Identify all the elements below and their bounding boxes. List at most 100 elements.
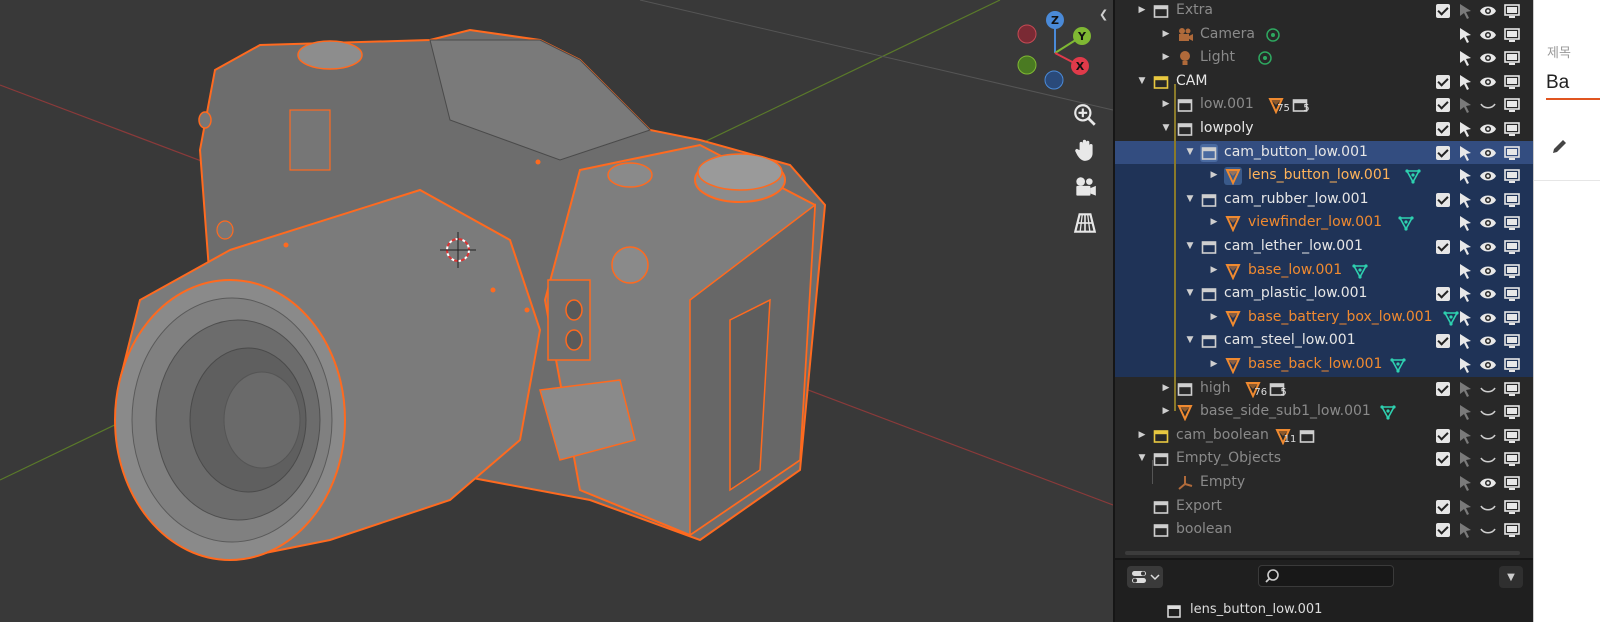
exclude-checkbox[interactable] — [1436, 428, 1450, 443]
perspective-grid-icon[interactable] — [1070, 208, 1100, 238]
eye-icon[interactable] — [1479, 332, 1497, 350]
exclude-checkbox[interactable] — [1436, 192, 1450, 207]
exclude-checkbox[interactable] — [1436, 98, 1450, 113]
chevron-down-icon[interactable]: ▼ — [1184, 241, 1196, 251]
selectable-cursor-icon[interactable] — [1456, 332, 1474, 350]
chevron-down-icon[interactable]: ▼ — [1184, 335, 1196, 345]
exclude-checkbox[interactable] — [1436, 240, 1450, 254]
eye-closed-icon[interactable] — [1479, 498, 1497, 516]
render-monitor-icon[interactable] — [1503, 332, 1521, 350]
outliner-row[interactable]: ▶ Extra — [1115, 0, 1535, 23]
exclude-checkbox[interactable] — [1436, 145, 1450, 160]
eye-icon[interactable] — [1479, 309, 1497, 327]
outliner-row[interactable]: ▼ Empty_Objects — [1115, 447, 1535, 471]
exclude-checkbox[interactable] — [1436, 452, 1450, 467]
exclude-checkbox[interactable] — [1436, 74, 1450, 89]
chevron-down-icon[interactable]: ▼ — [1184, 194, 1196, 204]
chevron-right-icon[interactable]: ▶ — [1160, 406, 1172, 416]
chevron-right-icon[interactable]: ▶ — [1208, 170, 1220, 180]
search-input[interactable] — [1258, 565, 1394, 587]
render-monitor-icon[interactable] — [1503, 2, 1521, 20]
render-monitor-icon[interactable] — [1503, 427, 1521, 445]
selectable-cursor-icon[interactable] — [1456, 96, 1474, 114]
outliner-row[interactable]: ▼ CAM — [1115, 70, 1535, 94]
selectable-cursor-icon[interactable] — [1456, 356, 1474, 374]
eye-icon[interactable] — [1479, 285, 1497, 303]
eye-closed-icon[interactable] — [1479, 403, 1497, 421]
exclude-checkbox[interactable] — [1436, 334, 1450, 349]
mesh-data-icon[interactable] — [1389, 356, 1407, 374]
selectable-cursor-icon[interactable] — [1456, 120, 1474, 138]
render-monitor-icon[interactable] — [1503, 356, 1521, 374]
selectable-cursor-icon[interactable] — [1456, 214, 1474, 232]
render-monitor-icon[interactable] — [1503, 96, 1521, 114]
eye-icon[interactable] — [1479, 73, 1497, 91]
outliner-row[interactable]: ▶ base_battery_box_low.001 — [1115, 305, 1535, 330]
render-monitor-icon[interactable] — [1503, 167, 1521, 185]
chevron-down-icon[interactable]: ▼ — [1160, 123, 1172, 133]
chevron-down-icon[interactable]: ▼ — [1184, 147, 1196, 157]
render-monitor-icon[interactable] — [1503, 26, 1521, 44]
horizontal-scrollbar[interactable] — [1125, 551, 1520, 555]
exclude-checkbox[interactable] — [1436, 381, 1450, 396]
selectable-cursor-icon[interactable] — [1456, 26, 1474, 44]
render-monitor-icon[interactable] — [1503, 238, 1521, 256]
eye-icon[interactable] — [1479, 474, 1497, 492]
chevron-right-icon[interactable]: ▶ — [1208, 265, 1220, 275]
chevron-right-icon[interactable]: ▶ — [1208, 312, 1220, 322]
outliner-row[interactable]: ▶ Camera — [1115, 23, 1535, 47]
outliner-row[interactable]: ▶ cam_boolean 11 — [1115, 424, 1535, 448]
render-monitor-icon[interactable] — [1503, 262, 1521, 280]
outliner-row[interactable]: ▶ high 76 5 — [1115, 377, 1535, 401]
mesh-data-icon[interactable] — [1351, 262, 1369, 280]
render-monitor-icon[interactable] — [1503, 403, 1521, 421]
selectable-cursor-icon[interactable] — [1456, 238, 1474, 256]
outliner-row[interactable]: ▶ base_low.001 — [1115, 258, 1535, 283]
eye-icon[interactable] — [1479, 214, 1497, 232]
eye-icon[interactable] — [1479, 49, 1497, 67]
display-mode-dropdown[interactable] — [1127, 566, 1163, 588]
render-monitor-icon[interactable] — [1503, 73, 1521, 91]
chevron-right-icon[interactable]: ▶ — [1160, 99, 1172, 109]
exclude-checkbox[interactable] — [1436, 287, 1450, 302]
eye-icon[interactable] — [1479, 2, 1497, 20]
render-monitor-icon[interactable] — [1503, 498, 1521, 516]
camera-model-render[interactable] — [0, 0, 1113, 622]
render-monitor-icon[interactable] — [1503, 380, 1521, 398]
selectable-cursor-icon[interactable] — [1456, 191, 1474, 209]
outliner-row[interactable]: ▼ lowpoly — [1115, 117, 1535, 141]
light-data-icon[interactable] — [1256, 49, 1274, 67]
outliner-row[interactable]: ▼ cam_button_low.001 — [1115, 140, 1535, 165]
name-field[interactable]: Ba — [1546, 72, 1569, 94]
collection-count-icon[interactable] — [1298, 427, 1316, 445]
selectable-cursor-icon[interactable] — [1456, 380, 1474, 398]
render-monitor-icon[interactable] — [1503, 120, 1521, 138]
eye-closed-icon[interactable] — [1479, 96, 1497, 114]
chevron-down-icon[interactable]: ▼ — [1136, 453, 1148, 463]
chevron-right-icon[interactable]: ▶ — [1160, 52, 1172, 62]
chevron-right-icon[interactable]: ▶ — [1160, 383, 1172, 393]
pan-hand-icon[interactable] — [1070, 135, 1100, 165]
outliner-row[interactable]: ▼ cam_plastic_low.001 — [1115, 282, 1535, 306]
selectable-cursor-icon[interactable] — [1456, 2, 1474, 20]
render-monitor-icon[interactable] — [1503, 474, 1521, 492]
selectable-cursor-icon[interactable] — [1456, 144, 1474, 162]
exclude-checkbox[interactable] — [1436, 523, 1450, 538]
pencil-icon[interactable] — [1550, 136, 1570, 156]
chevron-right-icon[interactable]: ▶ — [1160, 29, 1172, 39]
bottom-list-item[interactable]: lens_button_low.001 — [1125, 600, 1525, 622]
camera-view-icon[interactable] — [1070, 172, 1100, 202]
exclude-checkbox[interactable] — [1436, 4, 1450, 18]
filter-dropdown[interactable]: ▼ — [1499, 566, 1523, 588]
render-monitor-icon[interactable] — [1503, 309, 1521, 327]
outliner-row[interactable]: ▶ Light — [1115, 46, 1535, 70]
render-monitor-icon[interactable] — [1503, 521, 1521, 539]
outliner-row[interactable]: ▼ cam_lether_low.001 — [1115, 235, 1535, 259]
eye-icon[interactable] — [1479, 356, 1497, 374]
selectable-cursor-icon[interactable] — [1456, 309, 1474, 327]
3d-viewport[interactable]: Z Y X ❮ — [0, 0, 1113, 622]
chevron-down-icon[interactable]: ▼ — [1184, 288, 1196, 298]
eye-icon[interactable] — [1479, 120, 1497, 138]
render-monitor-icon[interactable] — [1503, 450, 1521, 468]
zoom-icon[interactable] — [1070, 100, 1100, 130]
